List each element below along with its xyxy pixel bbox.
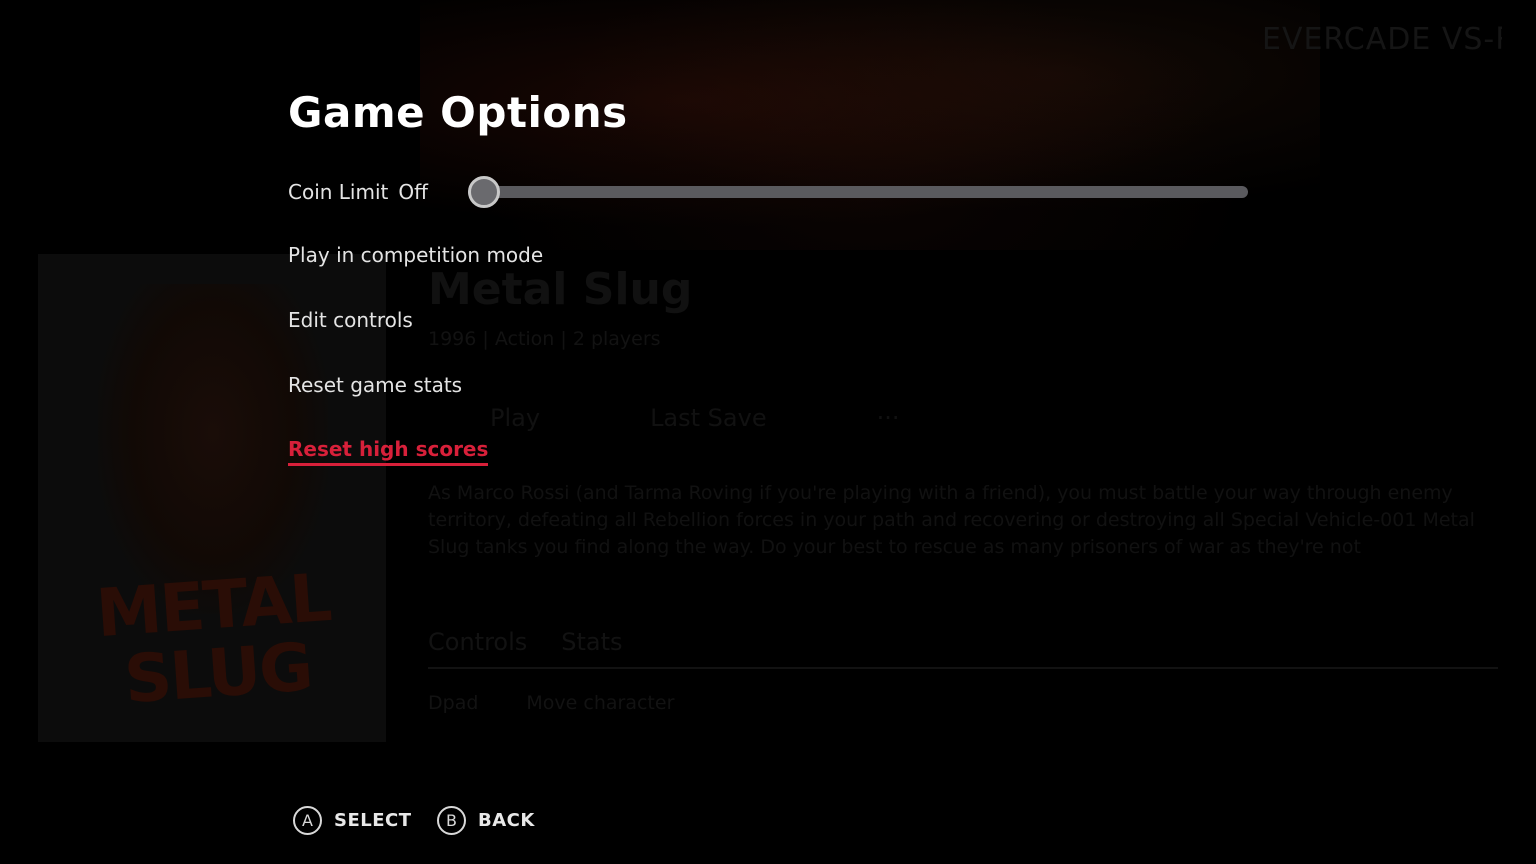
option-edit-controls[interactable]: Edit controls (288, 308, 413, 332)
option-competition-mode[interactable]: Play in competition mode (288, 243, 543, 267)
info-tabs: Controls Stats (428, 628, 623, 656)
tab-stats: Stats (561, 628, 623, 656)
select-label: SELECT (334, 810, 412, 831)
coin-limit-slider[interactable] (468, 176, 1248, 208)
coin-limit-value: Off (398, 180, 428, 204)
select-hint[interactable]: A SELECT (293, 806, 412, 835)
game-meta: 1996 | Action | 2 players (428, 328, 661, 350)
page-title: Game Options (288, 88, 628, 137)
a-button-icon: A (293, 806, 322, 835)
control-action: Move character (526, 692, 675, 714)
game-title: Metal Slug (428, 264, 693, 315)
tab-controls: Controls (428, 628, 528, 656)
brand-logo: EVERCADE VS-R (1262, 22, 1502, 57)
tabs-divider (428, 667, 1498, 669)
game-description: As Marco Rossi (and Tarma Roving if you'… (428, 482, 1475, 558)
slider-handle[interactable] (468, 176, 500, 208)
option-reset-game-stats[interactable]: Reset game stats (288, 373, 462, 397)
game-actions: Play Last Save ··· (490, 404, 899, 432)
background-game-page: EVERCADE VS-R METAL SLUG Metal Slug 1996… (0, 0, 1536, 864)
coin-limit-row: Coin Limit Off (288, 176, 428, 208)
back-hint[interactable]: B BACK (437, 806, 535, 835)
slider-track (468, 186, 1248, 198)
play-button: Play (490, 404, 541, 432)
last-save-button: Last Save (650, 404, 767, 432)
b-button-icon: B (437, 806, 466, 835)
controls-row: Dpad Move character (428, 692, 674, 714)
option-reset-high-scores[interactable]: Reset high scores (288, 437, 489, 466)
coin-limit-label: Coin Limit (288, 180, 389, 204)
cover-logo: METAL SLUG (93, 559, 333, 719)
back-label: BACK (478, 810, 535, 831)
control-button: Dpad (428, 692, 479, 714)
more-options-icon: ··· (876, 404, 900, 432)
